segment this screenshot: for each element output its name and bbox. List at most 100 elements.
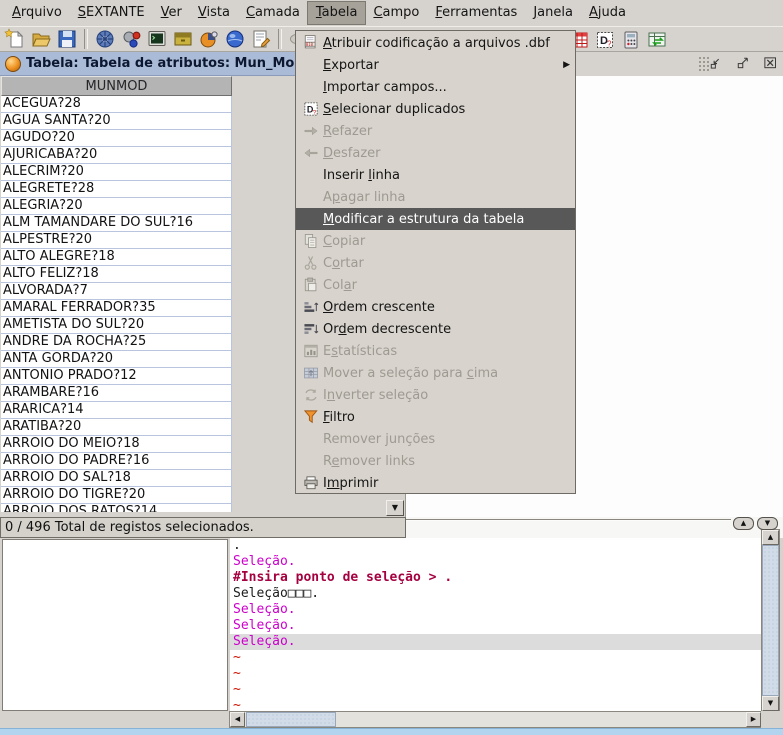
console-line: ~ [233,698,241,712]
table-window-title: Tabela: Tabela de atributos: Mun_Mod [26,56,304,71]
menu-item-label: Desfazer [323,145,381,161]
open-folder-icon[interactable] [28,27,54,51]
menu-item-filtro[interactable]: Filtro [296,406,575,428]
menu-icon-placeholder [298,452,323,470]
menu-item-inserir-linha[interactable]: Inserir linha [296,164,575,186]
menubar-item-tabela[interactable]: Tabela [306,1,367,25]
console-line: ~ [233,682,241,697]
menubar-item-ajuda[interactable]: Ajuda [581,2,634,24]
table-row[interactable]: AMETISTA DO SUL?20 [1,317,231,334]
undo-icon [298,144,323,162]
edit-notes-icon[interactable] [248,27,274,51]
table-row[interactable]: ALM TAMANDARE DO SUL?16 [1,215,231,232]
terminal-icon[interactable] [144,27,170,51]
menubar-item-ferramentas[interactable]: Ferramentas [427,2,525,24]
menubar-item-sextante[interactable]: SEXTANTE [70,2,153,24]
vertical-scrollbar-thumb[interactable] [762,545,779,696]
pie-chart-icon[interactable] [196,27,222,51]
menu-item-atribuir-codificacao-a-arquivos-dbf[interactable]: 010 Atribuir codificação a arquivos .dbf [296,32,575,54]
table-row[interactable]: ALTO ALEGRE?18 [1,249,231,266]
project-left-panel[interactable] [2,539,228,711]
menu-item-label: Selecionar duplicados [323,101,466,117]
console-line: . [233,538,241,553]
pane-up-button[interactable]: ▲ [733,517,754,530]
table-row[interactable]: ARROIO DOS RATOS?14 [1,504,231,512]
menu-item-mover-a-selecao-para-cima: Mover a seleção para cima [296,362,575,384]
menu-item-exportar[interactable]: Exportar ▶ [296,54,575,76]
new-document-icon[interactable] [2,27,28,51]
svg-text:010: 010 [305,42,313,47]
menu-item-imprimir[interactable]: Imprimir [296,472,575,494]
right-arrow-icon[interactable]: ▶ [746,712,761,727]
calculator-icon[interactable] [618,28,644,52]
table-row[interactable]: AGUA SANTA?20 [1,113,231,130]
select-duplicates-icon[interactable]: D? [592,28,618,52]
toolbar-separator [84,29,88,49]
menu-item-importar-campos[interactable]: Importar campos... [296,76,575,98]
table-row[interactable]: ALECRIM?20 [1,164,231,181]
menubar-item-arquivo[interactable]: Arquivo [4,2,70,24]
table-row[interactable]: ACEGUA?28 [1,96,231,113]
table-row[interactable]: ANTA GORDA?20 [1,351,231,368]
table-row[interactable]: ALTO FELIZ?18 [1,266,231,283]
menu-item-remover-links: Remover links [296,450,575,472]
table-row[interactable]: ARROIO DO MEIO?18 [1,436,231,453]
console-vertical-scrollbar[interactable]: ▲ ▼ [761,529,780,712]
menu-item-estatisticas: Estatísticas [296,340,575,362]
paste-icon [298,276,323,294]
globe-icon[interactable] [222,27,248,51]
table-row[interactable]: ARROIO DO PADRE?16 [1,453,231,470]
console-line: #Insira ponto de seleção > . [233,570,453,585]
menu-item-desfazer: Desfazer [296,142,575,164]
table-row[interactable]: ARROIO DO TIGRE?20 [1,487,231,504]
molecule-icon[interactable] [118,27,144,51]
console-divider [406,519,731,521]
menu-item-label: Modificar a estrutura da tabela [323,211,525,227]
table-scrollbar-down-button[interactable]: ▼ [386,500,404,516]
menu-item-modificar-a-estrutura-da-tabela[interactable]: Modificar a estrutura da tabela [296,208,575,230]
column-header-munmod[interactable]: MUNMOD [1,76,232,96]
console-horizontal-scrollbar[interactable]: ◀ ▶ [229,711,762,728]
menu-item-label: Ordem crescente [323,299,435,315]
table-refresh-icon[interactable] [644,28,670,52]
menu-item-cortar: Cortar [296,252,575,274]
menubar-item-campo[interactable]: Campo [365,2,427,24]
restore-window-button[interactable] [707,55,726,72]
table-row[interactable]: ALEGRIA?20 [1,198,231,215]
up-arrow-icon[interactable]: ▲ [762,530,779,545]
archive-icon[interactable] [170,27,196,51]
table-row[interactable]: ARROIO DO SAL?18 [1,470,231,487]
down-arrow-icon[interactable]: ▼ [762,696,779,711]
table-row[interactable]: ANTONIO PRADO?12 [1,368,231,385]
menu-item-ordem-crescente[interactable]: Ordem crescente [296,296,575,318]
menubar-item-ver[interactable]: Ver [153,2,190,24]
horizontal-scrollbar-thumb[interactable] [246,712,336,727]
menu-item-inverter-selecao: Inverter seleção [296,384,575,406]
menu-item-selecionar-duplicados[interactable]: D? Selecionar duplicados [296,98,575,120]
menu-item-label: Ordem decrescente [323,321,452,337]
menu-icon-placeholder [298,188,323,206]
menubar-item-janela[interactable]: Janela [525,2,581,24]
sextante-icon[interactable] [92,27,118,51]
close-window-button[interactable] [761,55,780,72]
maximize-window-button[interactable] [734,55,753,72]
table-row[interactable]: ALPESTRE?20 [1,232,231,249]
menu-item-ordem-decrescente[interactable]: Ordem decrescente [296,318,575,340]
table-row[interactable]: ALEGRETE?28 [1,181,231,198]
table-row[interactable]: ARATIBA?20 [1,419,231,436]
table-row[interactable]: ALVORADA?7 [1,283,231,300]
sort-descending-icon [298,320,323,338]
console-output[interactable]: . Seleção. #Insira ponto de seleção > . Sel… [230,538,762,712]
table-row[interactable]: ANDRE DA ROCHA?25 [1,334,231,351]
menubar-item-camada[interactable]: Camada [238,2,308,24]
pane-down-button[interactable]: ▼ [757,517,778,530]
save-icon[interactable] [54,27,80,51]
table-row[interactable]: AJURICABA?20 [1,147,231,164]
table-row[interactable]: AMARAL FERRADOR?35 [1,300,231,317]
table-row[interactable]: ARAMBARE?16 [1,385,231,402]
table-row[interactable]: ARARICA?14 [1,402,231,419]
menubar-item-vista[interactable]: Vista [190,2,238,24]
dbf-file-icon: 010 [298,34,323,52]
table-row[interactable]: AGUDO?20 [1,130,231,147]
left-arrow-icon[interactable]: ◀ [230,712,245,727]
